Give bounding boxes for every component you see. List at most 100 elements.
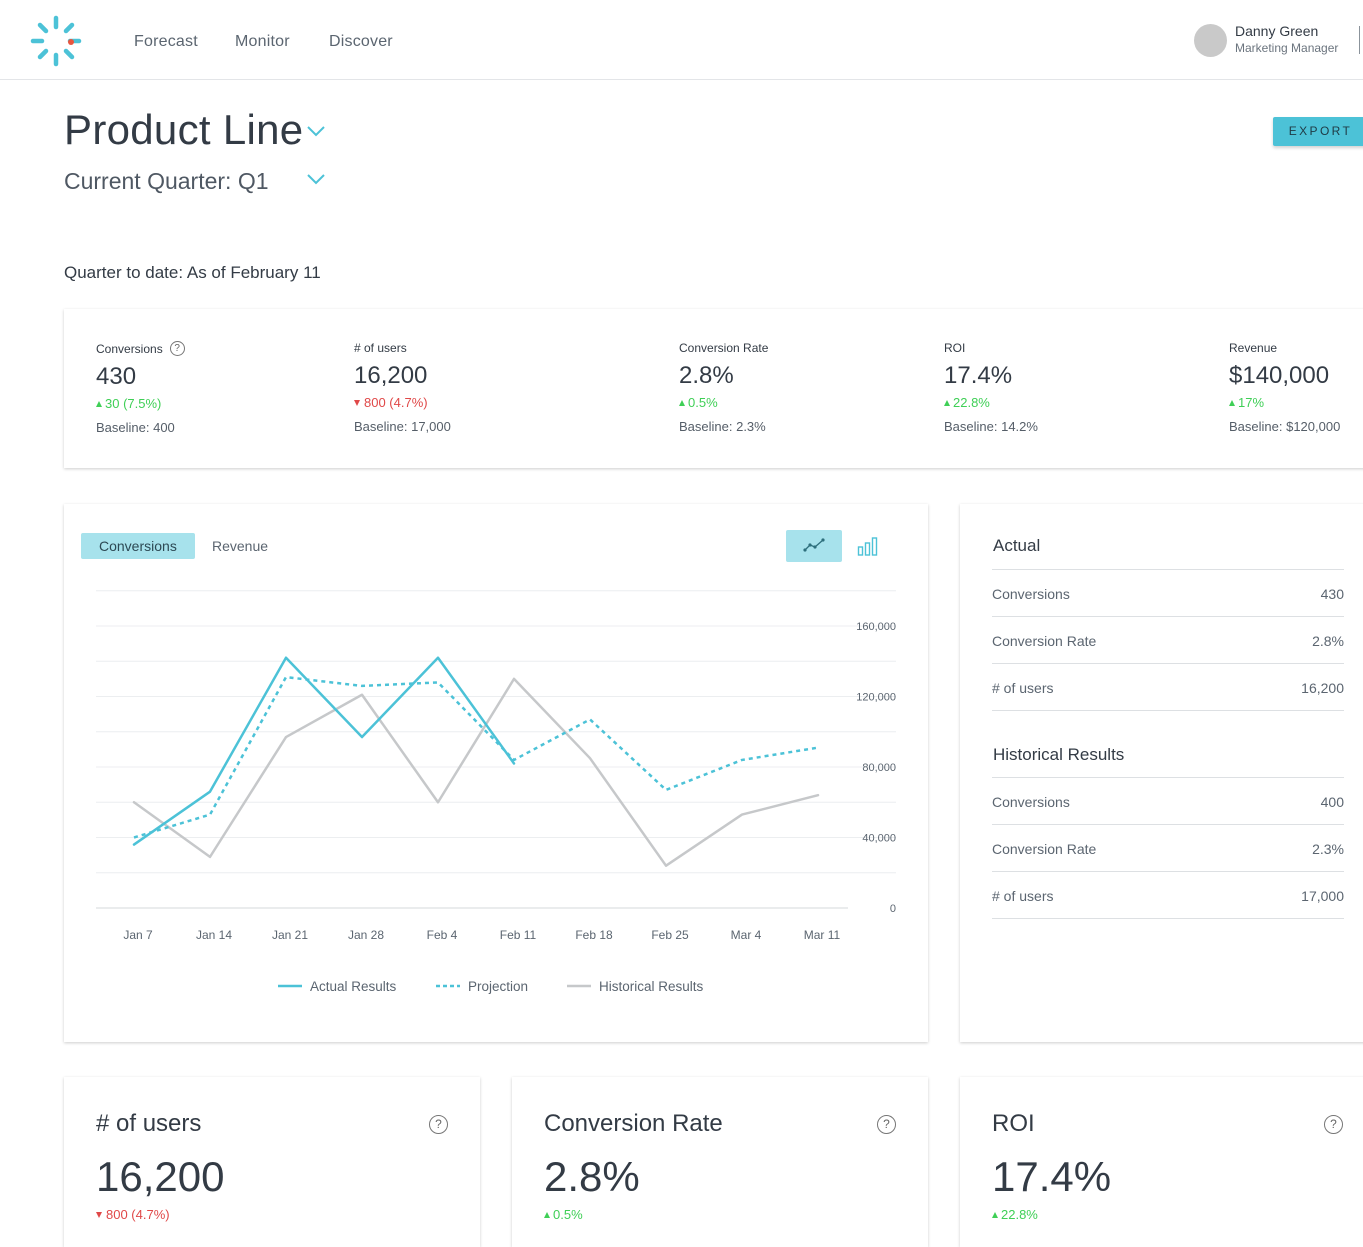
export-button[interactable]: EXPORT [1273,117,1363,146]
actual-results-series-line [132,656,516,846]
card-value: 2.8% [544,1153,640,1200]
x-tick-label: Feb 4 [427,928,458,942]
avatar[interactable] [1194,24,1227,57]
nav-forecast[interactable]: Forecast [134,33,198,51]
help-icon[interactable]: ? [1324,1115,1343,1134]
triangle-down-icon [354,399,360,406]
row-value: 17,000 [1301,888,1344,904]
kpi-value: 17.4% [944,362,1013,389]
triangle-up-icon [944,399,950,406]
page-title[interactable]: Product Line [64,106,303,154]
x-tick-label: Jan 14 [196,928,232,942]
list-item: Conversion Rate 2.3% [992,824,1344,871]
help-icon[interactable]: ? [169,341,185,356]
triangle-down-icon [96,1211,102,1218]
row-label: # of users [992,680,1054,696]
historical-heading: Historical Results [993,745,1125,764]
triangle-up-icon [679,399,685,406]
x-tick-label: Mar 4 [731,928,762,942]
row-label: # of users [992,888,1054,904]
user-name[interactable]: Danny Green [1235,23,1318,39]
card-delta-text: 22.8% [1001,1207,1038,1222]
kpi-delta-text: 0.5% [688,395,718,410]
kpi-delta: 800 (4.7%) [354,395,451,410]
quarter-selector[interactable]: Current Quarter: Q1 [64,168,269,195]
list-item: Conversions 430 [992,569,1344,616]
kpi-title: # of users [354,341,407,355]
app-logo-icon[interactable] [30,15,82,67]
nav-monitor[interactable]: Monitor [235,33,290,51]
actual-heading: Actual [993,536,1041,555]
kpi-delta-text: 17% [1238,395,1265,410]
row-label: Conversion Rate [992,841,1097,857]
y-tick-label: 160,000 [856,621,896,633]
y-tick-label: 120,000 [856,692,896,704]
y-tick-label: 80,000 [862,762,896,774]
kpi-value: 430 [96,363,137,390]
card-value: 16,200 [96,1153,225,1200]
roi-card: ROI ? 17.4% 22.8% [960,1077,1363,1247]
card-delta-text: 800 (4.7%) [106,1207,170,1222]
x-tick-label: Jan 21 [272,928,308,942]
kpi-delta-text: 800 (4.7%) [364,395,428,410]
divider [992,710,1344,711]
card-delta: 800 (4.7%) [96,1207,170,1222]
kpi-title: Revenue [1229,341,1278,355]
kpi-baseline: Baseline: 2.3% [679,419,766,434]
help-icon[interactable]: ? [877,1115,896,1134]
kpi-delta: 30 (7.5%) [96,396,185,411]
triangle-up-icon [992,1211,998,1218]
card-title: Conversion Rate [544,1110,723,1137]
legend-label: Historical Results [599,979,704,994]
row-label: Conversions [992,586,1070,602]
kpi-users: # of users 16,200 800 (4.7%) Baseline: 1… [354,341,451,434]
chevron-down-icon[interactable] [306,124,326,138]
triangle-up-icon [96,400,102,407]
card-delta-text: 0.5% [553,1207,583,1222]
row-value: 400 [1320,794,1344,810]
kpi-roi: ROI 17.4% 22.8% Baseline: 14.2% [944,341,1038,434]
list-item: Conversion Rate 2.8% [992,616,1344,663]
list-item: # of users 16,200 [992,663,1344,710]
list-item: Conversions 400 [992,777,1344,824]
divider [992,918,1344,919]
card-delta: 22.8% [992,1207,1038,1222]
row-label: Conversion Rate [992,633,1097,649]
line-chart: 0 40,000 80,000 120,000 160,000 Jan 7 Jan 14 Ja… [96,590,896,994]
nav-discover[interactable]: Discover [329,33,393,51]
divider [1359,26,1360,54]
user-role: Marketing Manager [1235,41,1339,55]
kpi-title: ROI [944,341,966,355]
help-icon[interactable]: ? [429,1115,448,1134]
triangle-up-icon [544,1211,550,1218]
x-tick-label: Feb 18 [575,928,613,942]
kpi-conversion-rate: Conversion Rate 2.8% 0.5% Baseline: 2.3% [679,341,768,434]
kpi-title: Conversion Rate [679,341,769,355]
conversion-rate-card: Conversion Rate ? 2.8% 0.5% [512,1077,928,1247]
x-tick-label: Jan 7 [123,928,153,942]
kpi-value: 2.8% [679,362,734,389]
row-label: Conversions [992,794,1070,810]
top-nav-bar: Forecast Monitor Discover Danny Green Ma… [0,0,1363,80]
x-tick-label: Jan 28 [348,928,384,942]
kpi-conversions: Conversions ? 430 30 (7.5%) Baseline: 40… [96,341,185,435]
legend-label: Projection [468,979,528,994]
chart-card: Conversions Revenue 0 40,000 80,000 120,000… [64,504,928,1042]
row-value: 16,200 [1301,680,1344,696]
triangle-up-icon [1229,399,1235,406]
kpi-delta: 0.5% [679,395,768,410]
kpi-delta: 17% [1229,395,1340,410]
kpi-baseline: Baseline: 14.2% [944,419,1038,434]
users-card: # of users ? 16,200 800 (4.7%) [64,1077,480,1247]
kpi-value: $140,000 [1229,362,1330,389]
card-title: ROI [992,1110,1035,1137]
card-delta: 0.5% [544,1207,583,1222]
kpi-delta-text: 22.8% [953,395,990,410]
x-tick-label: Feb 11 [500,928,537,942]
kpi-baseline: Baseline: 400 [96,420,175,435]
kpi-baseline: Baseline: $120,000 [1229,419,1341,434]
kpi-delta-text: 30 (7.5%) [105,396,162,411]
chevron-down-icon[interactable] [306,172,326,186]
kpi-delta: 22.8% [944,395,1038,410]
kpi-value: 16,200 [354,362,428,389]
